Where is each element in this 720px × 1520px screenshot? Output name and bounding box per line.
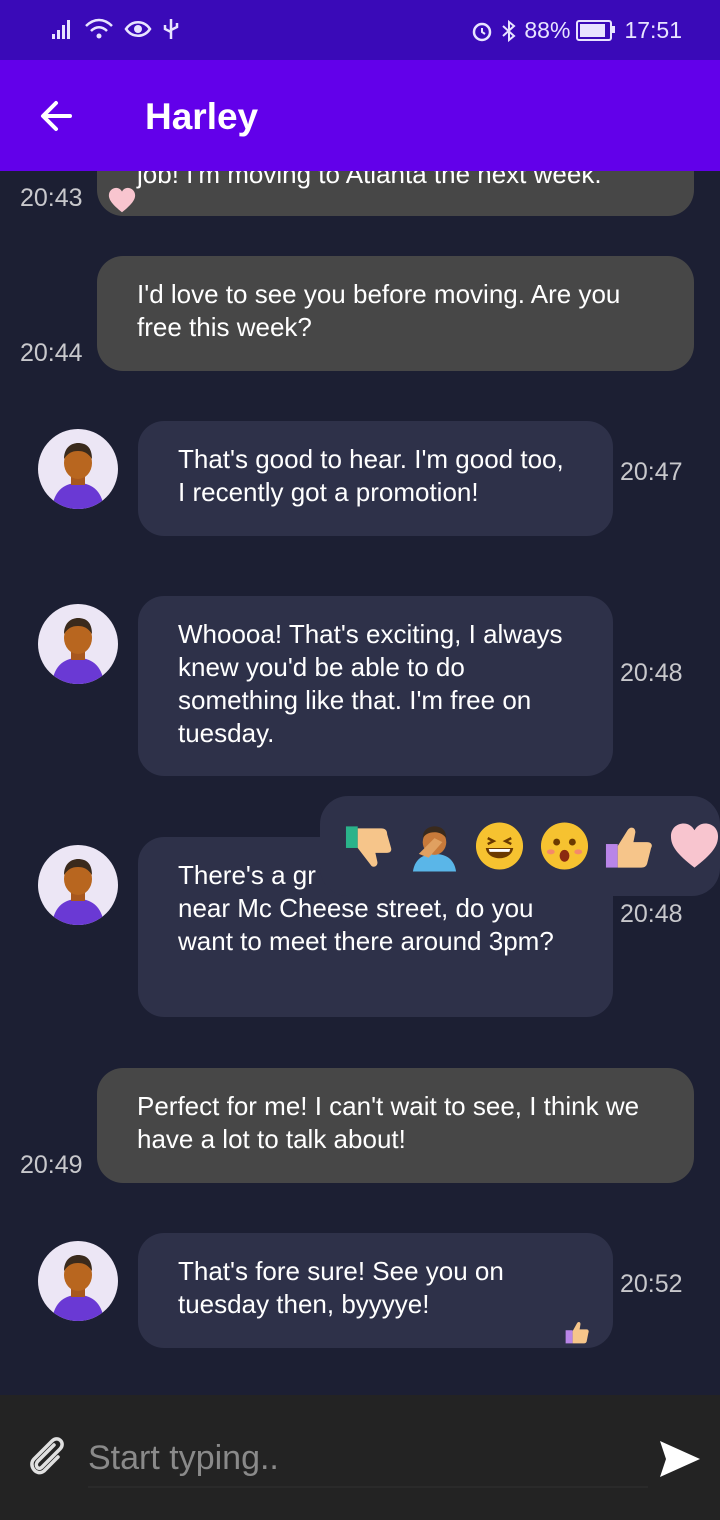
avatar[interactable] [38, 429, 118, 509]
message-input[interactable] [88, 1430, 648, 1488]
battery-icon [576, 20, 616, 41]
bluetooth-icon [502, 19, 516, 42]
message-text: That's fore sure! See you on tuesday the… [178, 1256, 504, 1319]
message-time: 20:48 [620, 659, 683, 687]
arrow-left-icon[interactable] [36, 96, 76, 136]
message-bubble-incoming[interactable]: Whoooa! That's exciting, I always knew y… [138, 596, 613, 776]
heart-icon [108, 187, 136, 213]
avatar[interactable] [38, 1241, 118, 1321]
conversation-title: Harley [145, 96, 259, 137]
thumbs-down-icon[interactable] [344, 820, 395, 872]
alarm-icon [473, 22, 492, 41]
usb-icon [163, 19, 179, 39]
facepalm-icon[interactable] [409, 820, 460, 872]
message-bubble-outgoing[interactable]: Perfect for me! I can't wait to see, I t… [97, 1068, 694, 1183]
message-time: 20:43 [20, 184, 83, 212]
send-icon[interactable] [656, 1435, 704, 1483]
message-text: I'd love to see you before moving. Are y… [137, 279, 621, 342]
message-bubble-incoming[interactable]: That's fore sure! See you on tuesday the… [138, 1233, 613, 1348]
app-bar: Harley [0, 60, 720, 171]
status-bar: 88% 17:51 [0, 0, 720, 60]
message-bubble-incoming[interactable]: That's good to hear. I'm good too, I rec… [138, 421, 613, 536]
paperclip-icon[interactable] [24, 1433, 72, 1481]
message-text: That's good to hear. I'm good too, I rec… [178, 444, 564, 507]
message-time: 20:52 [620, 1270, 683, 1298]
reaction-picker[interactable] [320, 796, 720, 896]
avatar[interactable] [38, 604, 118, 684]
eye-comfort-icon [124, 21, 152, 37]
thumbs-up-icon[interactable] [604, 820, 655, 872]
message-text: Whoooa! That's exciting, I always knew y… [178, 619, 563, 748]
battery-percent: 88% [524, 17, 571, 43]
message-text: Perfect for me! I can't wait to see, I t… [137, 1091, 640, 1154]
message-time: 20:44 [20, 339, 83, 367]
message-time: 20:48 [620, 900, 683, 928]
message-time: 20:49 [20, 1151, 83, 1179]
heart-icon[interactable] [669, 820, 720, 872]
thumbs-up-icon [565, 1322, 589, 1344]
signal-icon [52, 20, 70, 39]
message-list[interactable]: job! I'm moving to Atlanta the next week… [0, 0, 720, 1395]
grinning-squint-icon[interactable] [474, 820, 525, 872]
avatar[interactable] [38, 845, 118, 925]
clock: 17:51 [624, 17, 682, 43]
message-time: 20:47 [620, 458, 683, 486]
wifi-icon [85, 18, 113, 39]
message-bubble-outgoing[interactable]: I'd love to see you before moving. Are y… [97, 256, 694, 371]
surprised-face-icon[interactable] [539, 820, 590, 872]
